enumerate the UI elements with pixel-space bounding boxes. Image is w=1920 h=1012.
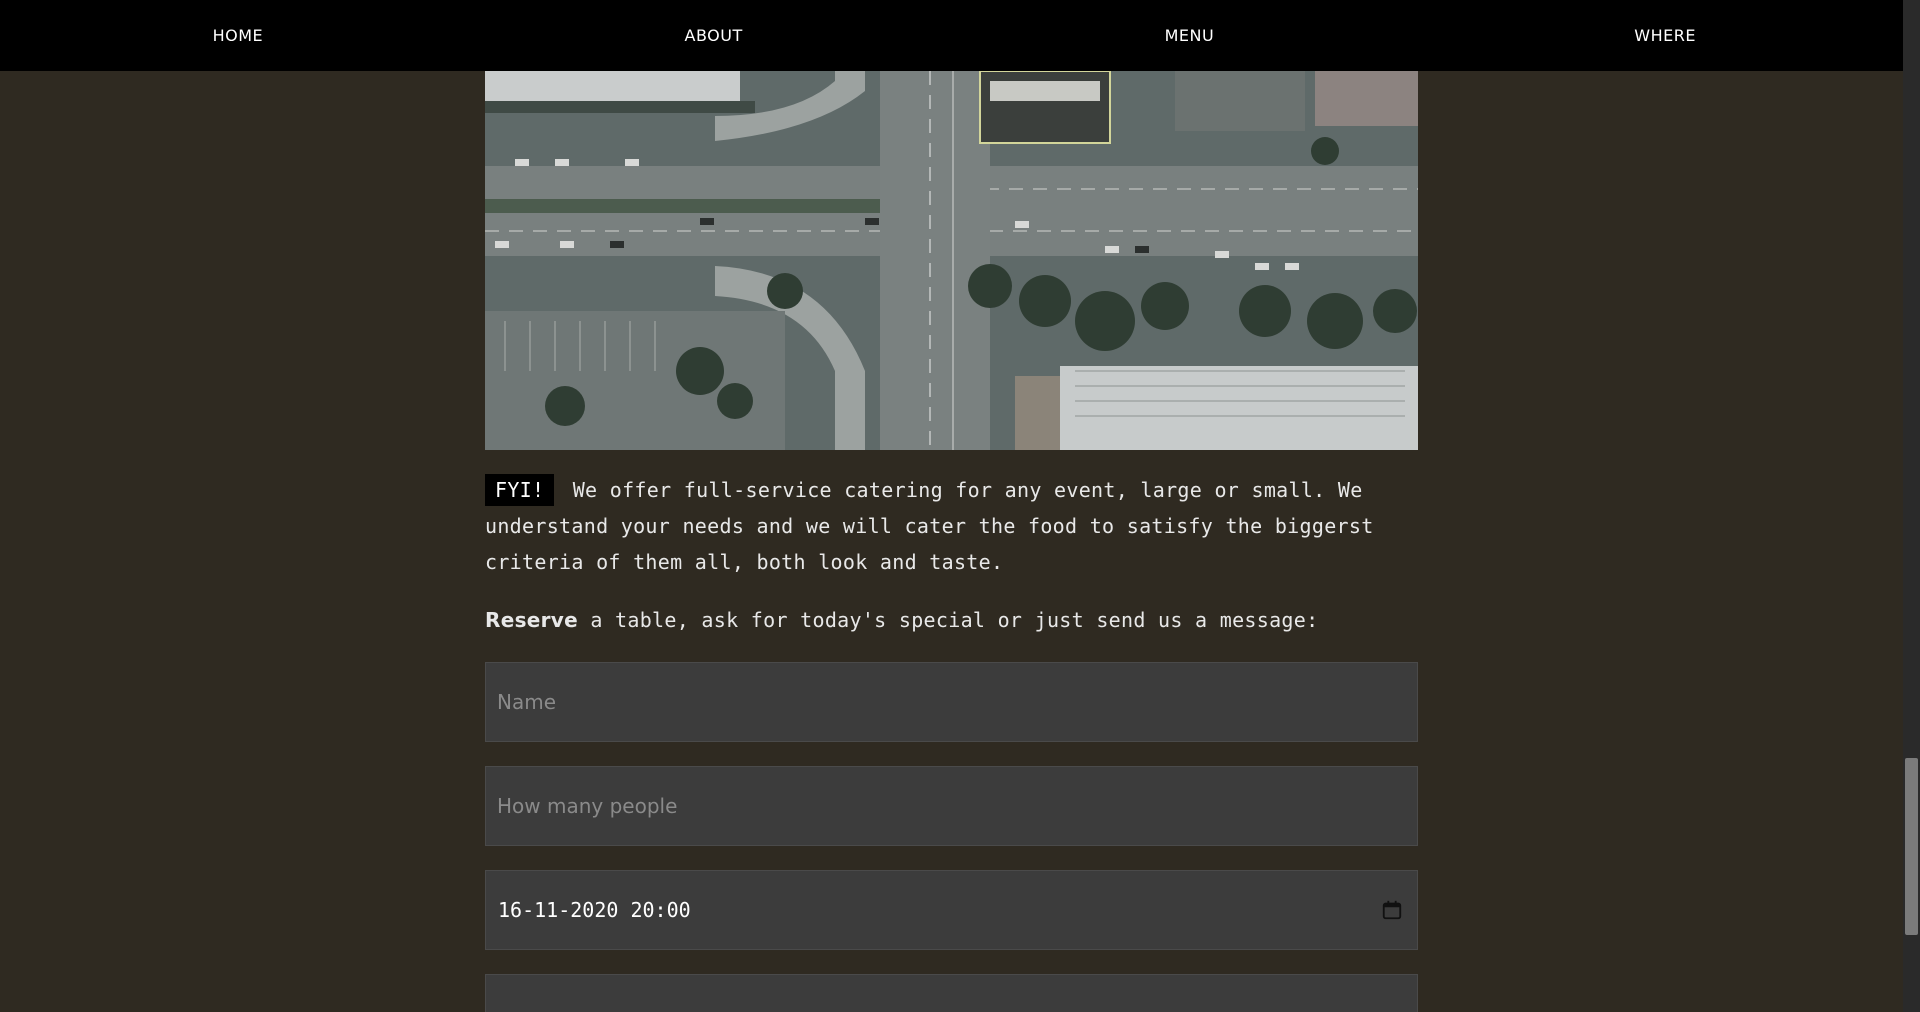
reserve-bold: Reserve — [485, 608, 578, 632]
name-input[interactable] — [486, 663, 1417, 741]
nav-menu[interactable]: MENU — [952, 0, 1428, 71]
message-field[interactable] — [485, 974, 1418, 1012]
scrollbar-thumb[interactable] — [1905, 758, 1918, 935]
top-navigation: HOME ABOUT MENU WHERE — [0, 0, 1903, 71]
main-content: FYI! We offer full-service catering for … — [485, 71, 1418, 1012]
calendar-icon[interactable] — [1381, 899, 1403, 921]
catering-paragraph: FYI! We offer full-service catering for … — [485, 472, 1418, 580]
people-input[interactable] — [486, 767, 1417, 845]
name-field — [485, 662, 1418, 742]
reserve-text: a table, ask for today's special or just… — [578, 608, 1319, 632]
nav-where[interactable]: WHERE — [1427, 0, 1903, 71]
nav-home[interactable]: HOME — [0, 0, 476, 71]
catering-text: We offer full-service catering for any e… — [485, 478, 1374, 574]
fyi-tag: FYI! — [485, 474, 555, 506]
datetime-field[interactable]: 16-11-2020 20:00 — [485, 870, 1418, 950]
reserve-paragraph: Reserve a table, ask for today's special… — [485, 602, 1418, 638]
datetime-value: 16-11-2020 20:00 — [498, 898, 691, 922]
page: HOME ABOUT MENU WHERE FYI! We offer full… — [0, 0, 1920, 1012]
people-field — [485, 766, 1418, 846]
aerial-street-photo — [485, 71, 1418, 450]
nav-about[interactable]: ABOUT — [476, 0, 952, 71]
